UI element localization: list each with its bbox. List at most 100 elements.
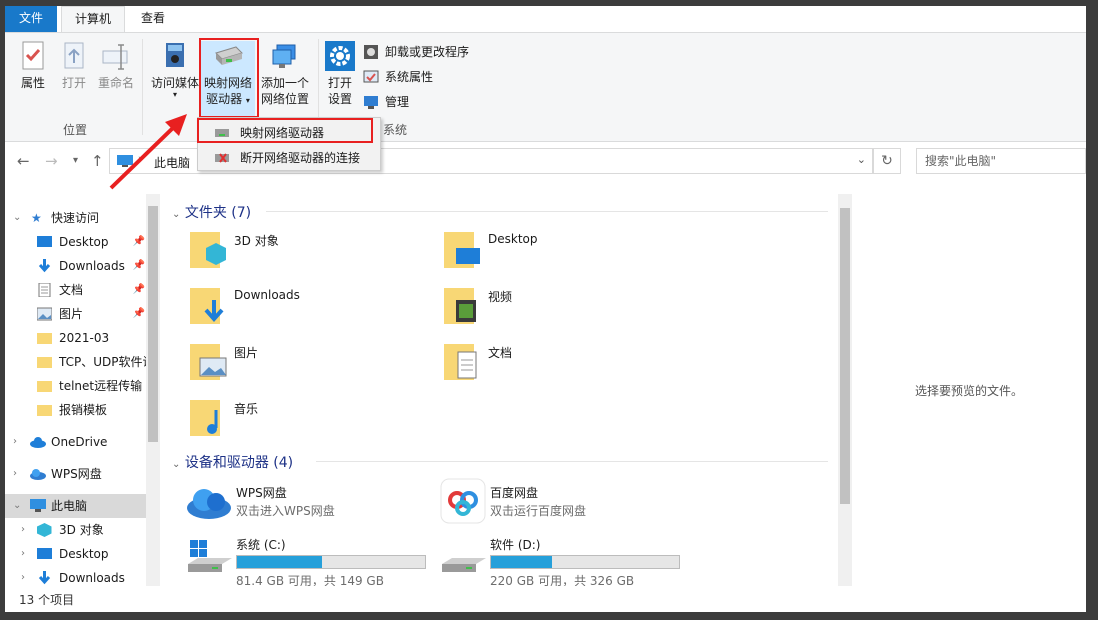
folder-downloads[interactable]: Downloads (188, 284, 438, 336)
open-settings-label-1: 打开 (327, 76, 352, 90)
download-arrow-icon (38, 571, 51, 585)
nav-item-label: Downloads (59, 259, 125, 273)
folder-pictures[interactable]: 图片 (188, 340, 438, 392)
nav-item-label: telnet远程传输 (59, 379, 143, 393)
device-name: 百度网盘 (490, 486, 539, 500)
pin-icon[interactable]: 📌 (133, 302, 145, 326)
nav-item-label: 3D 对象 (59, 523, 104, 537)
section-devices-header[interactable]: ⌄ 设备和驱动器 (4) (172, 452, 293, 472)
nav-wps[interactable]: › WPS网盘 (5, 462, 147, 486)
drive-c-usage-bar (236, 555, 426, 569)
nav-item-documents[interactable]: 文档 📌 (5, 278, 147, 302)
expand-chevron-icon[interactable]: ⌄ (13, 494, 21, 518)
add-network-location-button[interactable]: 添加一个 网络位置 (258, 41, 312, 107)
folder-3d-objects[interactable]: 3D 对象 (188, 228, 438, 280)
content-pane: ⌄ 文件夹 (7) 3D 对象 Desktop Downloads 视频 图片 … (166, 194, 838, 586)
drive-d-usage-bar (490, 555, 680, 569)
address-dropdown-icon[interactable]: ⌄ (857, 153, 866, 166)
folder-music[interactable]: 音乐 (188, 396, 438, 448)
menu-item-disconnect-drive[interactable]: 断开网络驱动器的连接 (200, 146, 378, 170)
preview-pane: 选择要预览的文件。 (852, 194, 1086, 586)
nav-item-desktop[interactable]: Desktop 📌 (5, 230, 147, 254)
nav-item-label: Desktop (59, 547, 109, 561)
nav-item-folder[interactable]: telnet远程传输 (5, 374, 147, 398)
manage-button[interactable]: 管理 (363, 91, 409, 113)
manage-icon (364, 96, 378, 109)
explorer-window: 文件 计算机 查看 属性 打开 重命名 访问媒体 ▾ 映射网络 驱动器 ▾ 添加… (5, 6, 1086, 612)
folder-3d-icon (190, 232, 226, 268)
nav-scrollbar-thumb[interactable] (148, 206, 158, 442)
expand-chevron-icon[interactable]: › (21, 566, 25, 586)
folder-icon (37, 381, 52, 392)
nav-item-label: Desktop (59, 235, 109, 249)
nav-item-label: 图片 (59, 307, 84, 321)
open-settings-button[interactable]: 打开 设置 (323, 41, 357, 107)
nav-onedrive[interactable]: › OneDrive (5, 430, 147, 454)
expand-chevron-icon[interactable]: › (13, 462, 17, 486)
refresh-icon[interactable]: ↻ (873, 148, 901, 174)
folder-label: Desktop (488, 232, 538, 246)
content-scrollbar[interactable] (838, 194, 852, 586)
folder-videos[interactable]: 视频 (442, 284, 692, 336)
expand-chevron-icon[interactable]: › (21, 542, 25, 566)
nav-this-pc[interactable]: ⌄ 此电脑 (5, 494, 147, 518)
wps-cloud-icon (30, 469, 46, 480)
document-icon (38, 283, 51, 297)
nav-item-label: Downloads (59, 571, 125, 585)
system-properties-label: 系统属性 (385, 70, 434, 84)
desktop-icon (37, 548, 52, 559)
device-baidu-drive[interactable]: 百度网盘 双击运行百度网盘 (440, 478, 690, 534)
drive-c-usage-fill (237, 556, 323, 568)
nav-quick-access[interactable]: ⌄ ★ 快速访问 (5, 206, 147, 230)
pin-icon[interactable]: 📌 (133, 254, 145, 278)
nav-item-folder[interactable]: TCP、UDP软件说 (5, 350, 147, 374)
nav-pc-item-desktop[interactable]: › Desktop (5, 542, 147, 566)
folder-desktop[interactable]: Desktop (442, 228, 692, 280)
nav-item-pictures[interactable]: 图片 📌 (5, 302, 147, 326)
drive-d-usage-fill (491, 556, 553, 568)
item-count: 13 个项目 (19, 593, 75, 607)
nav-pc-item-3d[interactable]: › 3D 对象 (5, 518, 147, 542)
nav-item-folder[interactable]: 报销模板 (5, 398, 147, 422)
drive-d[interactable]: 软件 (D:) 220 GB 可用，共 326 GB (440, 536, 690, 586)
folder-desktop-icon (444, 232, 480, 268)
nav-scrollbar[interactable] (146, 194, 160, 586)
system-properties-button[interactable]: 系统属性 (363, 66, 433, 88)
annotation-arrow-icon (109, 114, 187, 190)
expand-chevron-icon[interactable]: › (13, 430, 17, 454)
collapse-chevron-icon[interactable]: ⌄ (172, 209, 180, 220)
add-location-label-1: 添加一个 (260, 76, 309, 90)
folder-documents[interactable]: 文档 (442, 340, 692, 392)
folder-downloads-icon (190, 288, 224, 324)
folder-icon (37, 333, 52, 344)
collapse-chevron-icon[interactable]: ⌄ (172, 459, 180, 470)
folder-video-icon (444, 288, 476, 324)
windows-drive-icon (188, 540, 232, 572)
device-subtitle: 双击进入WPS网盘 (236, 504, 335, 518)
folder-icon (37, 357, 52, 368)
status-bar: 13 个项目 (5, 588, 1086, 612)
folder-documents-icon (444, 344, 477, 380)
settings-gear-icon (325, 41, 355, 71)
nav-item-downloads[interactable]: Downloads 📌 (5, 254, 147, 278)
drive-c[interactable]: 系统 (C:) 81.4 GB 可用，共 149 GB (186, 536, 436, 586)
expand-chevron-icon[interactable]: › (21, 518, 25, 542)
content-scrollbar-thumb[interactable] (840, 208, 850, 504)
star-icon: ★ (31, 211, 42, 225)
nav-pc-item-downloads[interactable]: › Downloads (5, 566, 147, 586)
nav-item-folder[interactable]: 2021-03 (5, 326, 147, 350)
uninstall-programs-button[interactable]: 卸载或更改程序 (363, 41, 469, 63)
section-divider (266, 211, 828, 212)
pin-icon[interactable]: 📌 (133, 230, 145, 254)
device-wps-drive[interactable]: WPS网盘 双击进入WPS网盘 (186, 484, 436, 534)
navigation-pane: ⌄ ★ 快速访问 Desktop 📌 Downloads 📌 文档 📌 图片 📌… (5, 194, 160, 586)
pc-icon (30, 499, 46, 512)
folder-icon (37, 405, 52, 416)
drive-name: 软件 (D:) (490, 538, 541, 552)
expand-chevron-icon[interactable]: ⌄ (13, 206, 21, 230)
cube-icon (37, 523, 52, 537)
folder-label: 3D 对象 (234, 234, 279, 248)
pin-icon[interactable]: 📌 (133, 278, 145, 302)
search-input[interactable]: 搜索"此电脑" (916, 148, 1086, 174)
uninstall-icon (364, 45, 378, 59)
